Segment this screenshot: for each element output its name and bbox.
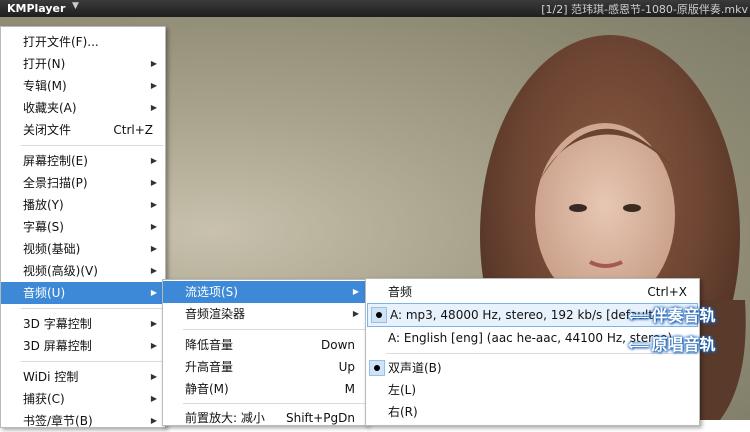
submenu-arrow-icon: ▶ — [150, 394, 157, 403]
menu-item-left-channel[interactable]: 左(L) — [366, 379, 699, 401]
menu-item-stream-options[interactable]: 流选项(S) ▶ — [163, 281, 367, 303]
menu-item-open[interactable]: 打开(N) ▶ — [1, 53, 165, 75]
left-double-arrow-icon: ⟸ — [628, 307, 650, 325]
submenu-arrow-icon: ▶ — [150, 222, 157, 231]
menu-divider — [21, 361, 163, 362]
accompaniment-track-annotation: ⟸ 伴奏音轨 — [628, 306, 716, 325]
submenu-arrow-icon: ▶ — [352, 287, 359, 296]
submenu-arrow-icon: ▶ — [150, 59, 157, 68]
menu-item-audio-renderer[interactable]: 音频渲染器 ▶ — [163, 303, 367, 325]
menu-item-3d-subtitle[interactable]: 3D 字幕控制 ▶ — [1, 313, 165, 335]
radio-checked-icon — [371, 307, 387, 323]
menu-item-open-file[interactable]: 打开文件(F)... — [1, 31, 165, 53]
menu-item-audio-stream-cycle[interactable]: 音频 Ctrl+X — [366, 281, 699, 303]
radio-checked-icon — [369, 360, 385, 376]
menu-item-pan-scan[interactable]: 全景扫描(P) ▶ — [1, 172, 165, 194]
menu-item-volume-down[interactable]: 降低音量 Down — [163, 334, 367, 356]
menu-item-video-basic[interactable]: 视频(基础) ▶ — [1, 238, 165, 260]
submenu-arrow-icon: ▶ — [150, 319, 157, 328]
title-bar: KMPlayer ▼ [1/2] 范玮琪-感恩节-1080-原版伴奏.mkv — [0, 0, 750, 17]
left-double-arrow-icon: ⟸ — [628, 336, 650, 354]
submenu-arrow-icon: ▶ — [150, 156, 157, 165]
menu-item-close-file[interactable]: 关闭文件 Ctrl+Z — [1, 119, 165, 141]
menu-item-video-advanced[interactable]: 视频(高级)(V) ▶ — [1, 260, 165, 282]
menu-item-bookmarks[interactable]: 书签/章节(B) ▶ — [1, 410, 165, 432]
submenu-arrow-icon: ▶ — [150, 200, 157, 209]
menu-divider — [183, 329, 365, 330]
menu-item-playback[interactable]: 播放(Y) ▶ — [1, 194, 165, 216]
menu-item-favorites[interactable]: 收藏夹(A) ▶ — [1, 97, 165, 119]
menu-item-mute[interactable]: 静音(M) M — [163, 378, 367, 400]
menu-divider — [183, 403, 365, 404]
menu-item-album[interactable]: 专辑(M) ▶ — [1, 75, 165, 97]
app-menu-caret-icon[interactable]: ▼ — [72, 1, 79, 11]
submenu-arrow-icon: ▶ — [352, 309, 359, 318]
submenu-arrow-icon: ▶ — [150, 266, 157, 275]
audio-submenu: 流选项(S) ▶ 音频渲染器 ▶ 降低音量 Down 升高音量 Up 静音(M) M 前置… — [162, 279, 368, 426]
menu-item-widi[interactable]: WiDi 控制 ▶ — [1, 366, 165, 388]
submenu-arrow-icon: ▶ — [150, 103, 157, 112]
main-context-menu: 打开文件(F)... 打开(N) ▶ 专辑(M) ▶ 收藏夹(A) ▶ 关闭文件 Ctr… — [0, 26, 166, 428]
menu-item-subtitles[interactable]: 字幕(S) ▶ — [1, 216, 165, 238]
submenu-arrow-icon: ▶ — [150, 416, 157, 425]
menu-item-audio[interactable]: 音频(U) ▶ — [1, 282, 165, 304]
menu-item-volume-up[interactable]: 升高音量 Up — [163, 356, 367, 378]
original-track-annotation: ⟸ 原唱音轨 — [628, 335, 716, 354]
submenu-arrow-icon: ▶ — [150, 178, 157, 187]
submenu-arrow-icon: ▶ — [150, 81, 157, 90]
menu-divider — [21, 145, 163, 146]
menu-item-3d-screen[interactable]: 3D 屏幕控制 ▶ — [1, 335, 165, 357]
menu-item-capture[interactable]: 捕获(C) ▶ — [1, 388, 165, 410]
menu-divider — [21, 308, 163, 309]
menu-item-dual-channel[interactable]: 双声道(B) — [366, 357, 699, 379]
video-title: [1/2] 范玮琪-感恩节-1080-原版伴奏.mkv — [541, 3, 748, 16]
submenu-arrow-icon: ▶ — [150, 341, 157, 350]
submenu-arrow-icon: ▶ — [150, 372, 157, 381]
menu-item-screen-control[interactable]: 屏幕控制(E) ▶ — [1, 150, 165, 172]
menu-item-preamp-decrease[interactable]: 前置放大: 减小 Shift+PgDn — [163, 407, 367, 429]
app-logo[interactable]: KMPlayer — [7, 2, 65, 15]
submenu-arrow-icon: ▶ — [150, 244, 157, 253]
submenu-arrow-icon: ▶ — [150, 288, 157, 297]
